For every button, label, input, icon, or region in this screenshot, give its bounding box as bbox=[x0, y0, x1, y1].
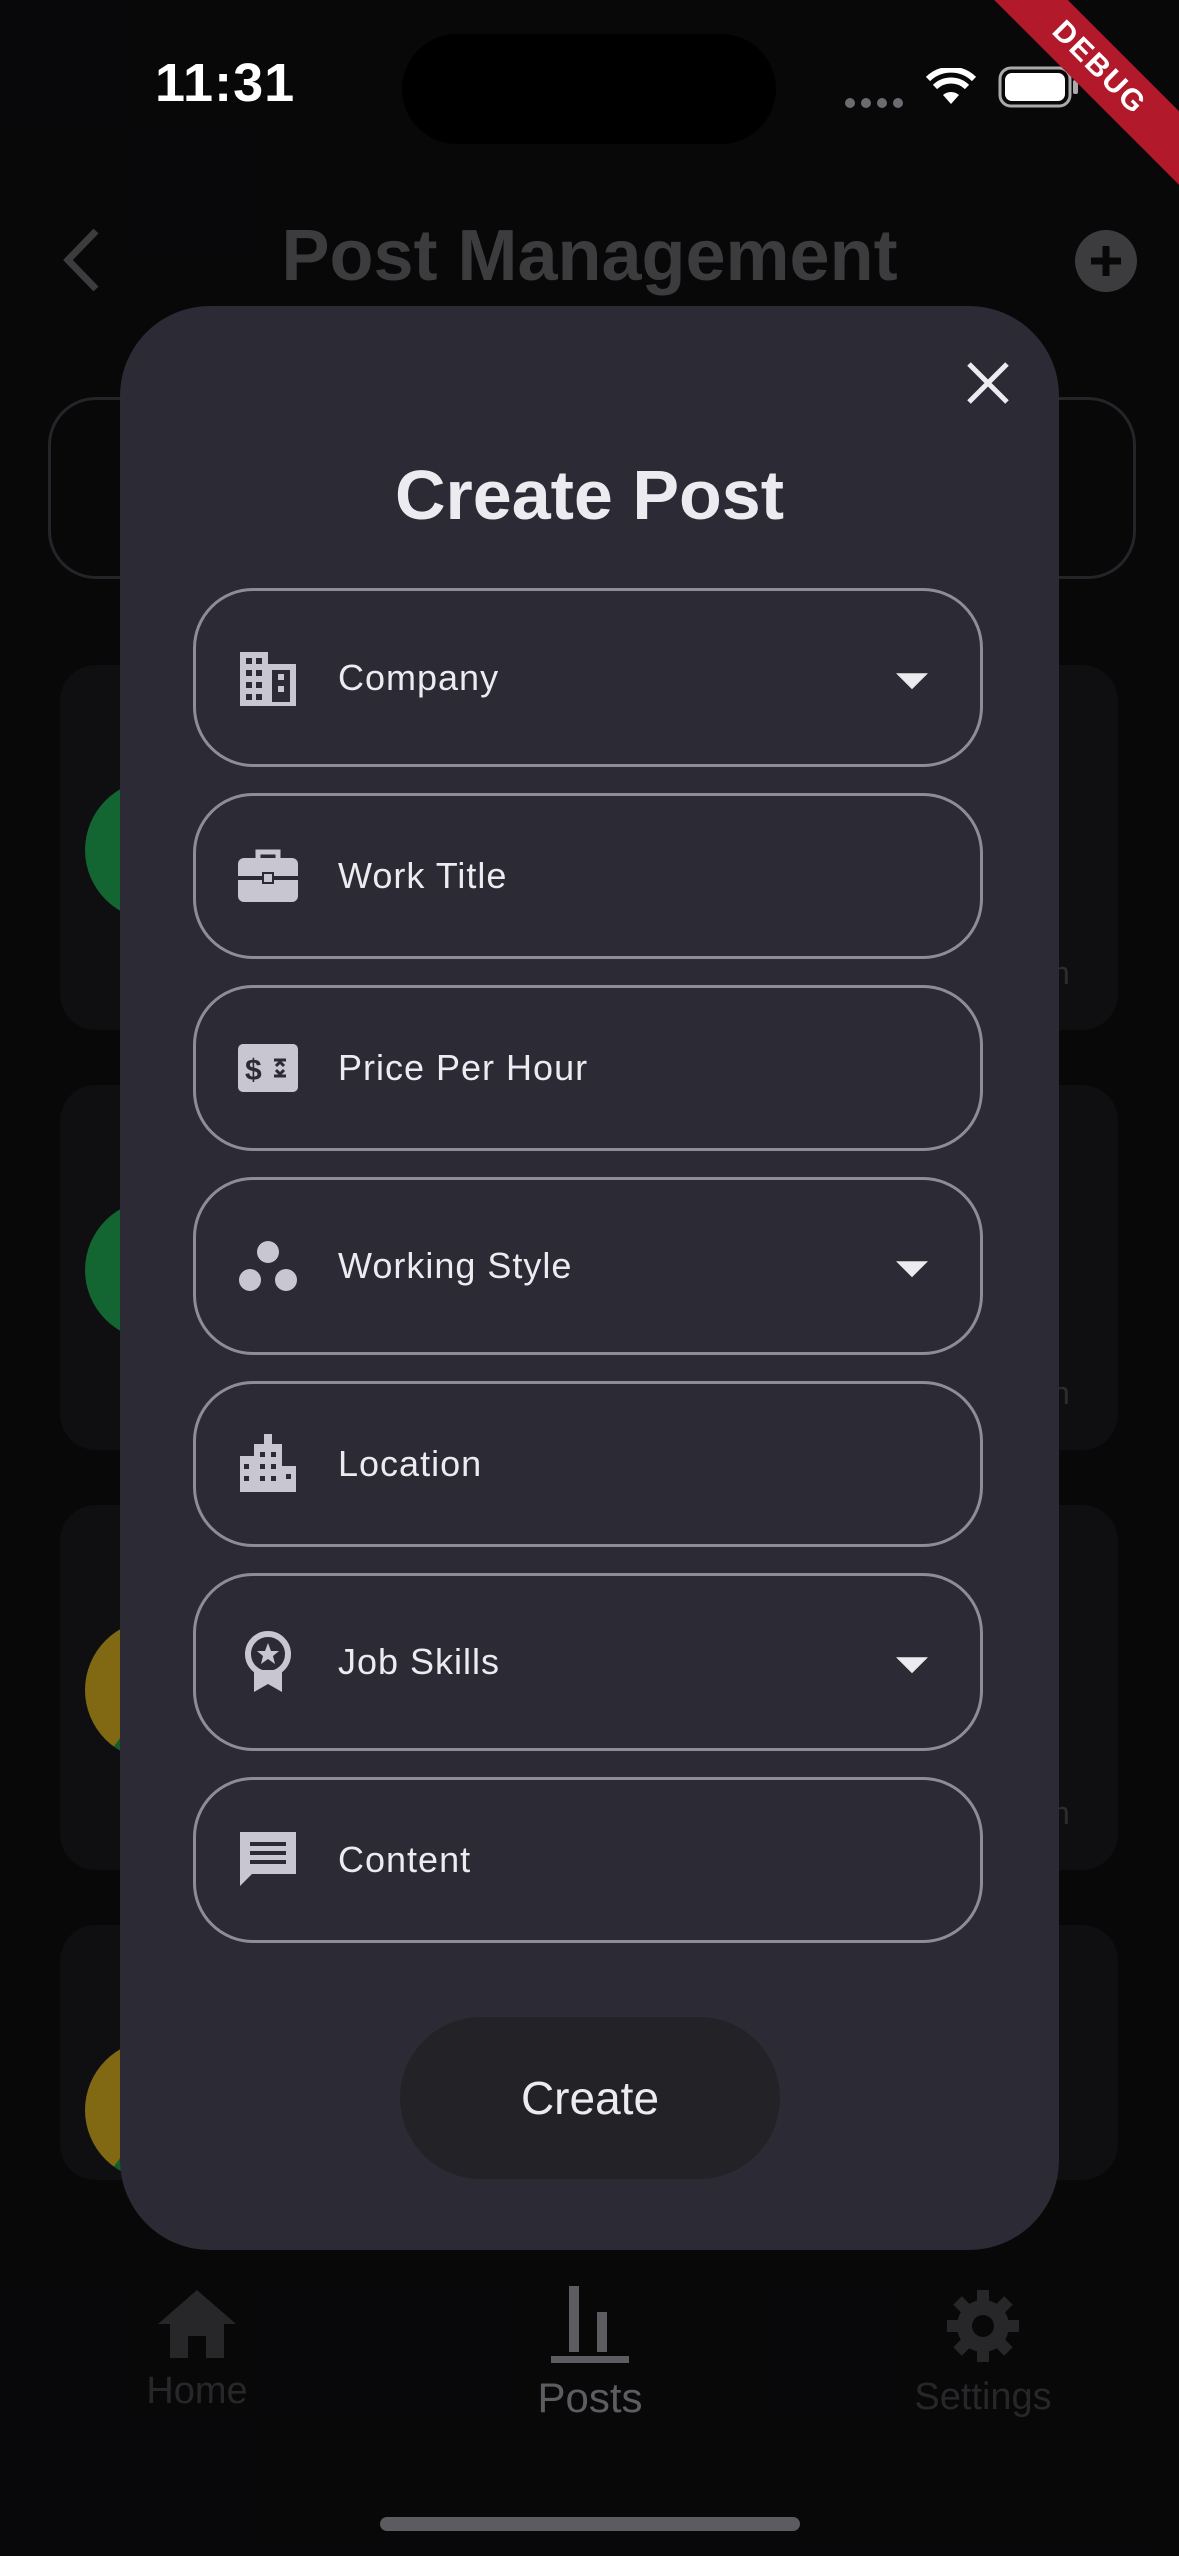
message-icon bbox=[240, 1832, 296, 1886]
status-time: 11:31 bbox=[155, 53, 296, 113]
create-button[interactable]: Create bbox=[400, 2017, 780, 2179]
close-icon[interactable] bbox=[955, 350, 1021, 416]
wifi-icon bbox=[925, 68, 977, 104]
dynamic-island bbox=[402, 34, 776, 144]
home-indicator bbox=[380, 2517, 800, 2531]
badge-icon bbox=[245, 1631, 291, 1692]
job-skills-label: Job Skills bbox=[338, 1641, 501, 1682]
price-per-hour-label: Price Per Hour bbox=[338, 1047, 589, 1088]
company-label: Company bbox=[338, 656, 500, 698]
location-field[interactable]: Location bbox=[193, 1381, 983, 1547]
workspaces-icon bbox=[239, 1241, 297, 1291]
work-title-field[interactable]: Work Title bbox=[193, 793, 983, 959]
svg-text:$: $ bbox=[245, 1054, 262, 1087]
chevron-down-icon bbox=[896, 1261, 928, 1278]
chevron-down-icon bbox=[896, 672, 928, 689]
location-label: Location bbox=[338, 1443, 483, 1484]
dialog-title: Create Post bbox=[394, 456, 785, 534]
job-skills-dropdown[interactable]: Job Skills bbox=[193, 1573, 983, 1751]
building-icon bbox=[240, 651, 296, 706]
company-dropdown[interactable]: Company bbox=[193, 588, 983, 767]
content-label: Content bbox=[338, 1839, 472, 1880]
briefcase-icon bbox=[238, 849, 298, 902]
content-field[interactable]: Content bbox=[193, 1777, 983, 1943]
working-style-dropdown[interactable]: Working Style bbox=[193, 1177, 983, 1355]
working-style-label: Working Style bbox=[338, 1245, 573, 1286]
work-title-label: Work Title bbox=[338, 855, 508, 896]
chevron-down-icon bbox=[896, 1657, 928, 1674]
price-per-hour-field[interactable]: $ Price Per Hour bbox=[193, 985, 983, 1151]
cellular-signal-icon bbox=[845, 95, 909, 113]
price-icon: $ bbox=[238, 1044, 298, 1092]
city-icon bbox=[240, 1434, 296, 1492]
